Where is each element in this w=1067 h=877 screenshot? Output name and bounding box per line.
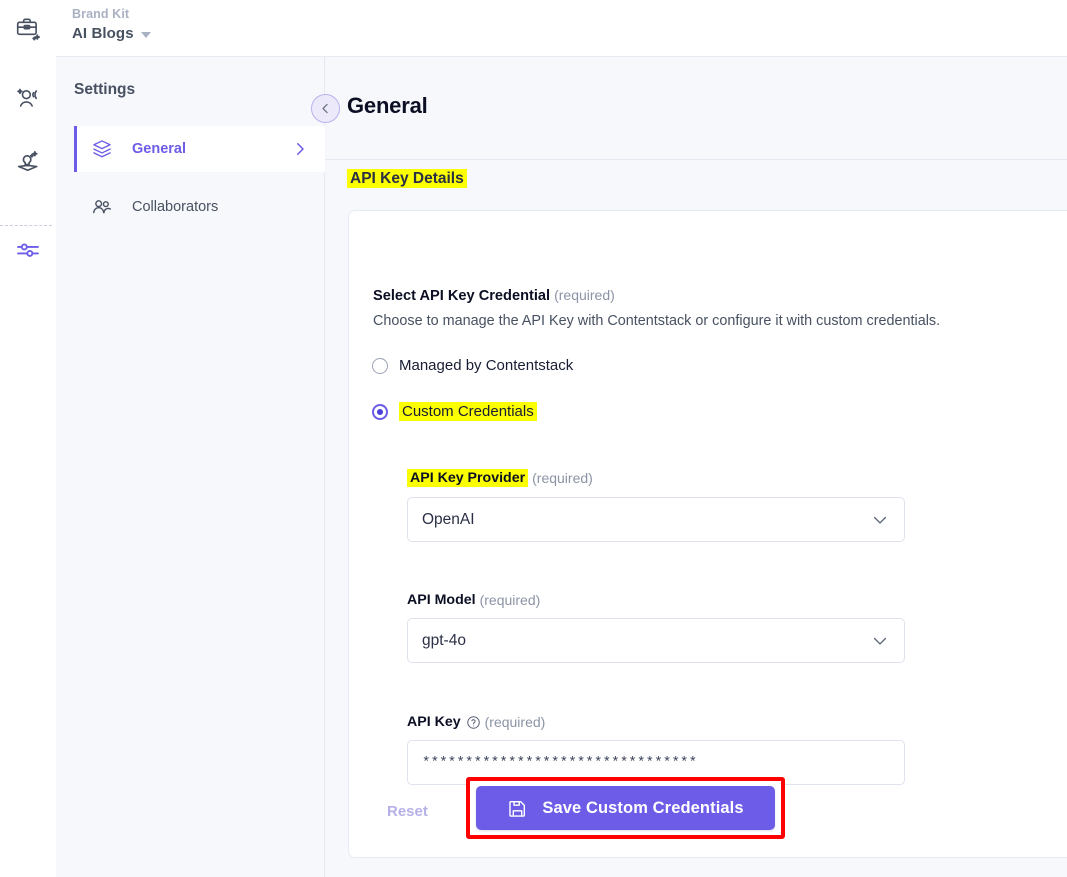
api-key-label: API Key (required) (407, 714, 905, 730)
sidebar-heading: Settings (74, 81, 136, 98)
help-circle-icon[interactable] (466, 715, 481, 730)
section-heading-label: API Key Details (347, 169, 467, 188)
api-key-label-text: API Key (407, 714, 461, 730)
save-button-label: Save Custom Credentials (542, 798, 744, 817)
layers-icon (90, 137, 114, 161)
sidebar-item-collaborators-label: Collaborators (132, 199, 219, 215)
api-key-provider-required-text: (required) (532, 470, 593, 486)
brand-kit-title: AI Blogs (72, 25, 134, 42)
api-model-required-text: (required) (479, 592, 541, 608)
api-model-field: API Model (required) gpt-4o (407, 592, 905, 663)
back-button[interactable] (311, 94, 340, 123)
sidebar-item-collaborators[interactable]: Collaborators (74, 184, 325, 230)
api-model-value: gpt-4o (422, 631, 466, 649)
brand-kit-eyebrow: Brand Kit (72, 7, 130, 21)
api-model-label: API Model (required) (407, 592, 905, 608)
section-heading: API Key Details (347, 169, 467, 188)
radio-managed-by-contentstack[interactable]: Managed by Contentstack (372, 357, 573, 374)
save-disk-icon (507, 798, 528, 819)
radio-checked-icon (372, 403, 388, 420)
api-key-required-text: (required) (484, 714, 546, 730)
api-key-provider-dropdown[interactable]: OpenAI (407, 497, 905, 542)
ai-persona-icon[interactable] (8, 79, 48, 119)
credential-label-text: Select API Key Credential (373, 288, 551, 304)
credential-field-label: Select API Key Credential (required) (373, 287, 615, 304)
reset-button[interactable]: Reset (387, 803, 428, 820)
app-root: Brand Kit AI Blogs Settings General Coll… (0, 0, 1067, 877)
api-model-label-text: API Model (407, 592, 476, 608)
insights-icon[interactable] (8, 142, 48, 182)
main-header: General (325, 57, 1067, 160)
chevron-down-icon (870, 631, 890, 651)
api-key-provider-value: OpenAI (422, 510, 475, 528)
users-icon (90, 195, 114, 219)
api-key-provider-label-text: API Key Provider (407, 469, 529, 487)
settings-sidebar: Settings General Collaborators (56, 57, 325, 877)
save-custom-credentials-button[interactable]: Save Custom Credentials (476, 786, 775, 830)
radio-managed-label: Managed by Contentstack (399, 357, 574, 374)
page-title: General (347, 93, 428, 118)
api-model-dropdown[interactable]: gpt-4o (407, 618, 905, 663)
caret-down-icon (140, 31, 151, 38)
rail-divider (0, 225, 52, 226)
api-key-field: API Key (required) *********************… (407, 714, 905, 785)
brand-kit-selector[interactable]: AI Blogs (72, 25, 151, 42)
credential-required-text: (required) (554, 287, 615, 303)
main-panel: General API Key Details Select API Key C… (325, 57, 1067, 877)
credential-description: Choose to manage the API Key with Conten… (373, 313, 941, 329)
radio-unchecked-icon (372, 357, 388, 374)
chevron-down-icon (870, 510, 890, 530)
api-key-provider-field: API Key Provider (required) OpenAI (407, 469, 905, 542)
sidebar-item-general-label: General (132, 141, 186, 157)
icon-rail (0, 0, 56, 877)
radio-custom-credentials[interactable]: Custom Credentials (372, 402, 537, 421)
settings-sliders-icon[interactable] (8, 230, 48, 270)
radio-custom-label: Custom Credentials (399, 402, 537, 421)
sidebar-item-general[interactable]: General (74, 126, 325, 172)
api-key-value: ******************************** (422, 754, 698, 771)
api-key-details-card: Select API Key Credential (required) Choo… (348, 210, 1067, 858)
top-bar: Brand Kit AI Blogs (56, 0, 1067, 57)
api-key-provider-label: API Key Provider (required) (407, 469, 905, 487)
brand-kit-icon[interactable] (8, 8, 48, 48)
chevron-right-icon (291, 140, 309, 158)
